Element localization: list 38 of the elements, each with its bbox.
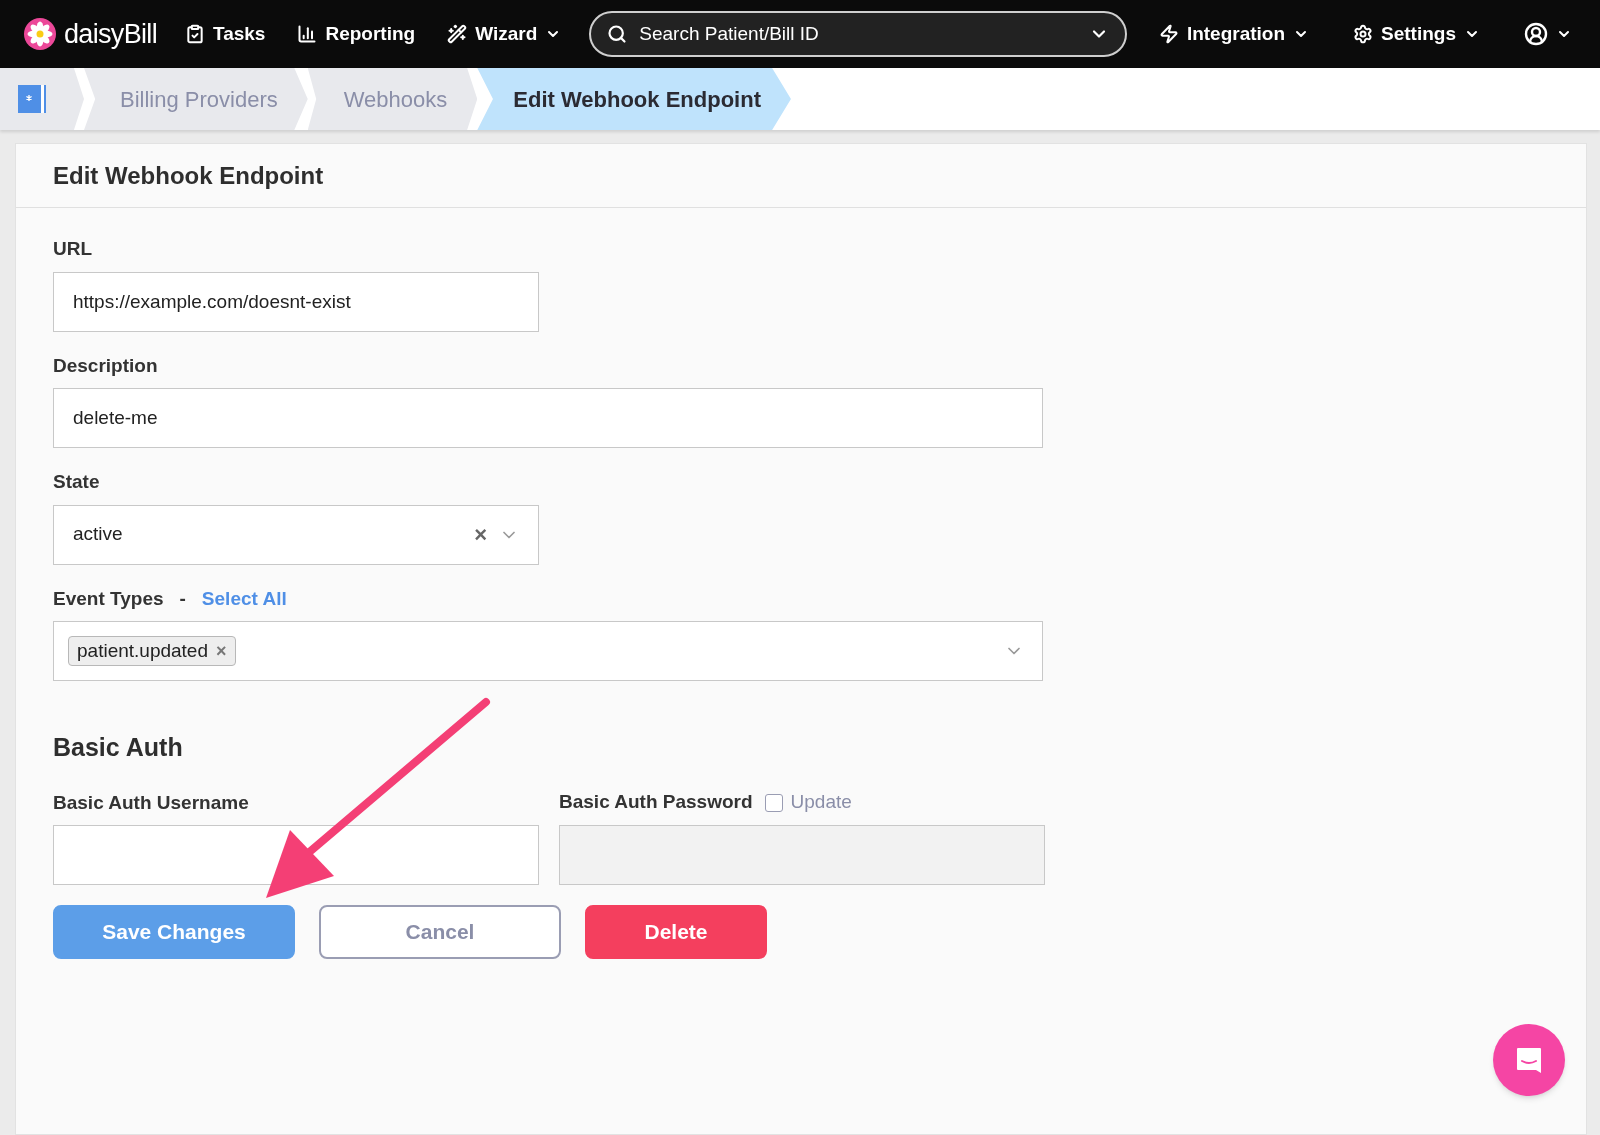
field-label: State xyxy=(53,470,101,494)
nav-item[interactable]: Integration xyxy=(1154,19,1314,49)
tag-chip: patient.updated × xyxy=(68,636,236,666)
settings-icon xyxy=(1353,24,1374,44)
delete-button[interactable]: Delete xyxy=(585,904,767,959)
breadcrumb-home[interactable] xyxy=(0,68,84,130)
section-title: Basic Auth xyxy=(53,732,184,763)
text-field[interactable]: https://example.com/doesnt-exist xyxy=(53,271,539,332)
separator-text: - xyxy=(179,586,186,611)
nav-item[interactable]: Reporting xyxy=(293,19,420,49)
search-field[interactable]: Search Patient/Bill ID xyxy=(589,11,1127,57)
logo-text: daisyBill xyxy=(64,17,157,51)
breadcrumb-item[interactable]: Edit Webhook Endpoint xyxy=(477,68,791,130)
clipboard-check-icon xyxy=(184,24,205,44)
field-label: URL xyxy=(53,237,94,261)
nav-item[interactable]: Wizard xyxy=(443,19,566,49)
field-label: Basic Auth Username xyxy=(53,790,250,815)
nav-item[interactable]: Tasks xyxy=(180,19,270,49)
chat-bubble-icon xyxy=(1514,1045,1544,1075)
user-icon xyxy=(1524,22,1548,46)
app-icon xyxy=(18,84,48,114)
select-field[interactable]: active × xyxy=(53,504,539,565)
remove-tag-button[interactable]: × xyxy=(216,637,227,665)
nav-item[interactable]: Settings xyxy=(1349,19,1484,49)
bar-chart-icon xyxy=(297,24,318,44)
magic-wand-icon xyxy=(447,24,468,44)
flower-logo-icon xyxy=(24,18,56,50)
clear-button[interactable]: × xyxy=(474,518,487,551)
field-label: Basic Auth Password xyxy=(559,790,753,815)
lightning-icon xyxy=(1158,24,1179,44)
text-field[interactable]: delete-me xyxy=(53,388,1043,448)
search-icon xyxy=(607,24,628,44)
field-label: Description xyxy=(53,353,159,378)
checkbox-label: Update xyxy=(790,790,852,815)
text-field[interactable] xyxy=(53,824,539,885)
multi-select-field[interactable]: patient.updated × xyxy=(53,621,1043,681)
field-label: Event Types xyxy=(53,586,164,611)
card-title: Edit Webhook Endpoint xyxy=(53,160,324,191)
